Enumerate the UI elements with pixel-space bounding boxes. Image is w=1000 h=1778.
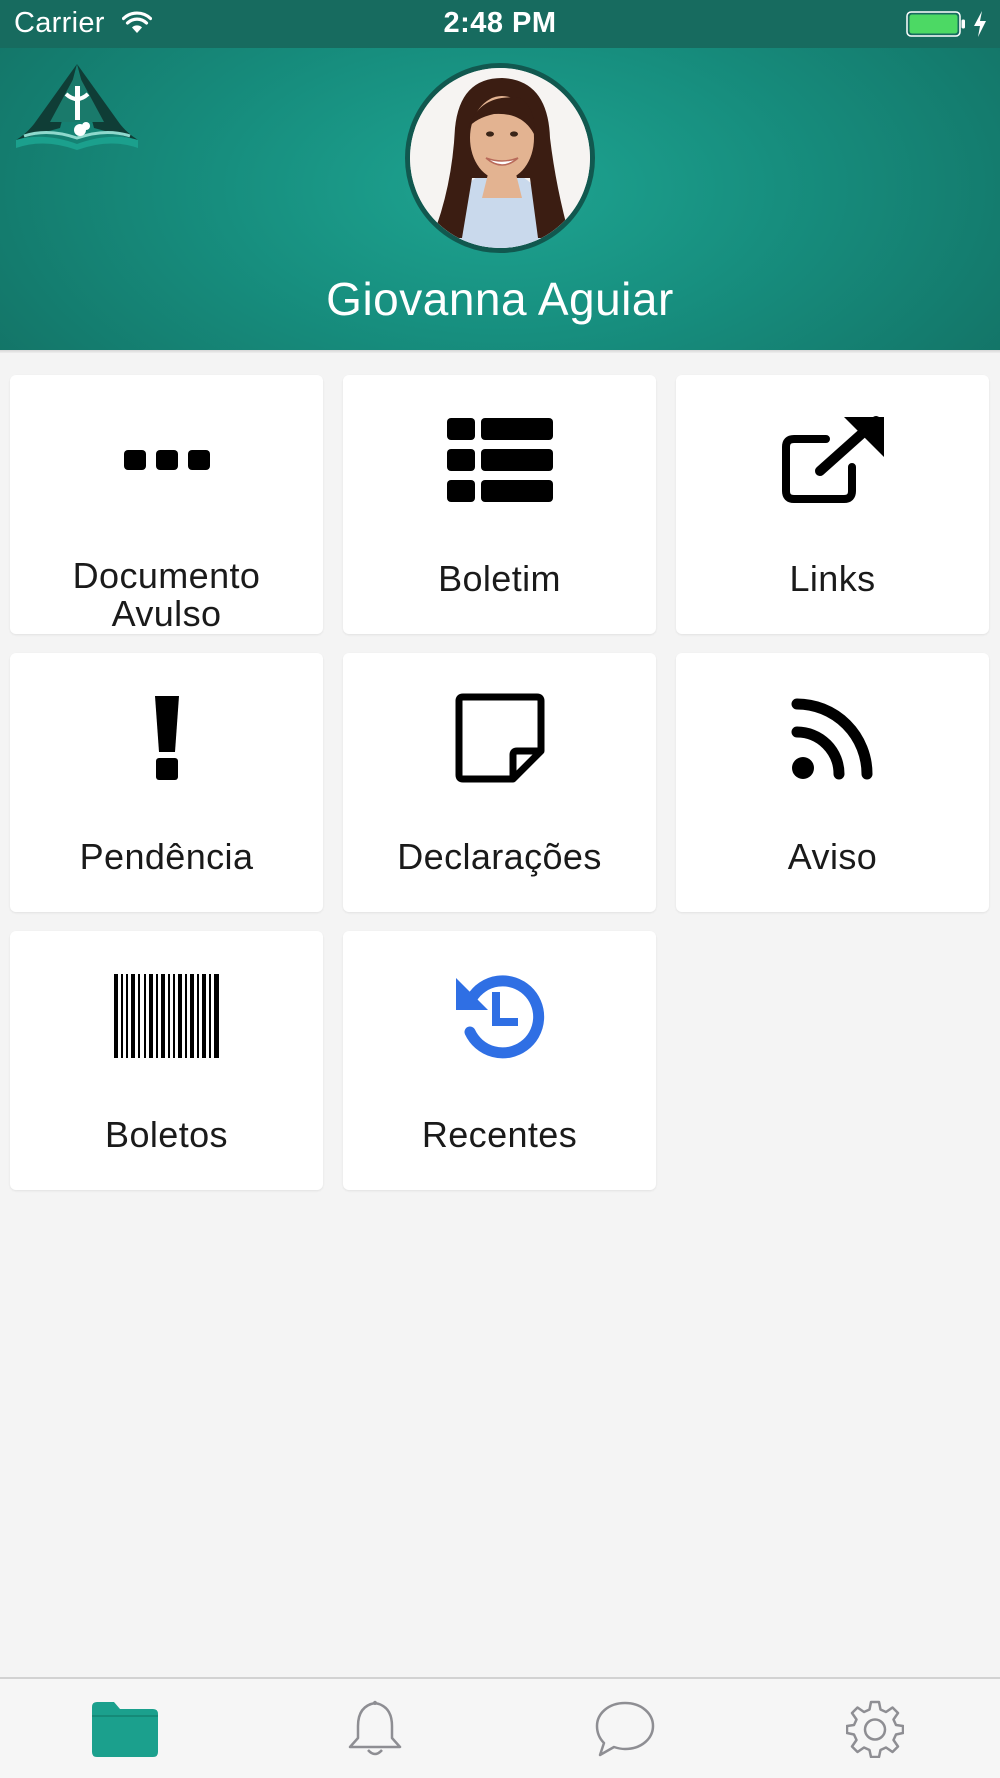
tile-label: Aviso xyxy=(787,836,878,877)
list-icon xyxy=(446,418,553,502)
tile-boletos[interactable]: Boletos xyxy=(10,931,323,1190)
tile-label: Recentes xyxy=(421,1114,578,1155)
tile-label: Boletos xyxy=(105,1114,228,1155)
tab-documents[interactable] xyxy=(0,1679,250,1778)
folder-icon xyxy=(92,1701,158,1757)
tab-notifications[interactable] xyxy=(250,1679,500,1778)
gear-icon xyxy=(846,1700,904,1758)
tile-declaracoes[interactable]: Declarações xyxy=(343,653,656,912)
more-dots-icon xyxy=(123,450,210,470)
bell-icon xyxy=(348,1700,402,1755)
tile-label: Links xyxy=(789,558,876,599)
tile-pendencia[interactable]: Pendência xyxy=(10,653,323,912)
tile-label: Pendência xyxy=(79,836,254,877)
bottom-tab-bar xyxy=(0,1677,1000,1778)
tile-label: Declarações xyxy=(397,836,602,877)
tab-messages[interactable] xyxy=(500,1679,750,1778)
menu-grid: Documento Avulso Boletim Links Pendência… xyxy=(0,0,1000,1200)
barcode-icon xyxy=(113,974,219,1058)
tile-aviso[interactable]: Aviso xyxy=(676,653,989,912)
tile-label: Boletim xyxy=(438,558,561,599)
chat-bubble-icon xyxy=(595,1701,655,1756)
external-link-icon xyxy=(781,416,884,503)
tile-documento-avulso[interactable]: Documento Avulso xyxy=(10,375,323,634)
rss-feed-icon xyxy=(791,698,872,780)
history-icon xyxy=(455,975,544,1059)
sticky-note-icon xyxy=(455,693,544,783)
tile-label: Documento Avulso xyxy=(72,555,261,634)
tab-settings[interactable] xyxy=(750,1679,1000,1778)
tile-links[interactable]: Links xyxy=(676,375,989,634)
tile-recentes[interactable]: Recentes xyxy=(343,931,656,1190)
tile-boletim[interactable]: Boletim xyxy=(343,375,656,634)
exclamation-icon xyxy=(154,696,179,780)
